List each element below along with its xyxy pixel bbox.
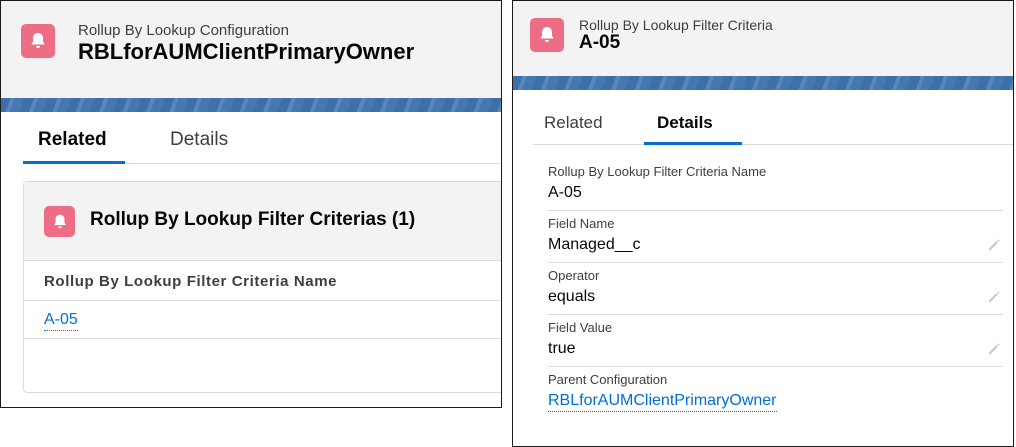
- table-row: A-05: [24, 302, 501, 339]
- tab-details[interactable]: Details: [657, 113, 713, 133]
- field-operator: Operator equals: [548, 263, 1003, 315]
- related-list-card: Rollup By Lookup Filter Criterias (1) Ro…: [23, 181, 501, 393]
- bell-icon: [21, 24, 55, 58]
- field-parent-configuration: Parent Configuration RBLforAUMClientPrim…: [548, 367, 1003, 419]
- field-label: Operator: [548, 268, 600, 283]
- pencil-icon[interactable]: [987, 290, 1003, 306]
- pencil-icon[interactable]: [987, 342, 1003, 358]
- header-banner: [1, 98, 501, 112]
- field-field-value: Field Value true: [548, 315, 1003, 367]
- tab-related[interactable]: Related: [38, 129, 107, 151]
- column-header: Rollup By Lookup Filter Criteria Name: [24, 261, 501, 301]
- field-label: Rollup By Lookup Filter Criteria Name: [548, 164, 767, 179]
- pencil-icon[interactable]: [987, 238, 1003, 254]
- tab-related[interactable]: Related: [544, 113, 603, 133]
- field-value: Managed__c: [548, 236, 641, 253]
- field-criteria-name: Rollup By Lookup Filter Criteria Name A-…: [548, 159, 1003, 211]
- field-label: Parent Configuration: [548, 372, 668, 387]
- bell-icon: [530, 18, 564, 52]
- related-list-title[interactable]: Rollup By Lookup Filter Criterias (1): [90, 209, 415, 231]
- filter-criteria-link[interactable]: A-05: [44, 311, 78, 331]
- record-title: A-05: [579, 32, 621, 53]
- record-header: Rollup By Lookup Configuration RBLforAUM…: [1, 1, 501, 98]
- field-value: true: [548, 340, 576, 357]
- record-type-label: Rollup By Lookup Configuration: [78, 22, 289, 39]
- configuration-record-panel: Rollup By Lookup Configuration RBLforAUM…: [0, 0, 502, 408]
- filter-criteria-record-panel: Rollup By Lookup Filter Criteria A-05 Re…: [512, 0, 1014, 447]
- column-header-label[interactable]: Rollup By Lookup Filter Criteria Name: [44, 273, 337, 290]
- bell-icon: [44, 206, 75, 237]
- tab-details[interactable]: Details: [170, 129, 228, 151]
- record-title: RBLforAUMClientPrimaryOwner: [78, 39, 415, 64]
- header-banner: [513, 76, 1013, 90]
- field-value: equals: [548, 288, 596, 305]
- related-list-header: Rollup By Lookup Filter Criterias (1): [24, 182, 501, 261]
- field-field-name: Field Name Managed__c: [548, 211, 1003, 263]
- field-value: A-05: [548, 184, 582, 201]
- parent-configuration-link[interactable]: RBLforAUMClientPrimaryOwner: [548, 392, 777, 412]
- record-type-label: Rollup By Lookup Filter Criteria: [579, 17, 773, 33]
- field-label: Field Value: [548, 320, 613, 335]
- tabs-divider: [533, 144, 1013, 145]
- active-tab-indicator: [23, 161, 125, 164]
- record-header: Rollup By Lookup Filter Criteria A-05: [513, 1, 1013, 76]
- field-label: Field Name: [548, 216, 615, 231]
- active-tab-indicator: [644, 142, 742, 145]
